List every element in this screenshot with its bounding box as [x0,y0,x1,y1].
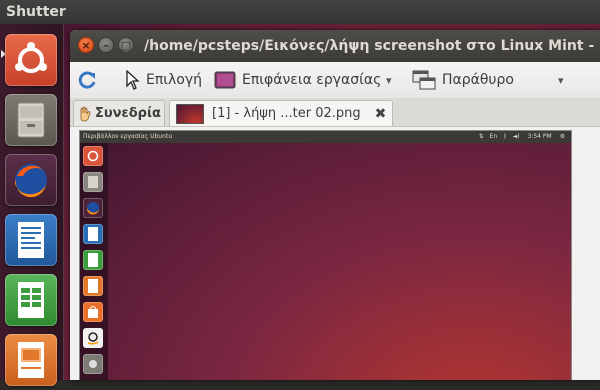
window-label: Παράθυρο [442,72,514,88]
launcher-item-dash[interactable] [5,34,57,86]
desktop-button[interactable]: Επιφάνεια εργασίας [214,62,381,98]
window-dropdown-button[interactable]: ▾ [558,62,564,98]
tab-session[interactable]: Συνεδρία [73,100,165,126]
launcher-item-files[interactable] [5,94,57,146]
toolbar: Επιλογή Επιφάνεια εργασίας ▾ Παράθυρο ▾ [70,62,600,98]
preview-bluetooth-icon: ᛒ [503,133,507,140]
preview-shopping-bag-icon [88,306,98,318]
preview-files-icon [88,176,98,188]
preview-launcher [80,143,108,380]
screenshot-preview: Περιβάλλον εργασίας Ubuntu ⇅ En ᛒ ◄) 3:5… [79,130,572,380]
top-panel: Shutter [0,0,600,24]
tab-session-label: Συνεδρία [95,106,161,121]
preview-network-icon: ⇅ [478,133,484,140]
tab-bar: Συνεδρία [1] - λήψη ...ter 02.png ✖ [70,98,600,127]
preview-calc-icon [88,253,98,267]
preview-launcher-ubuntu [83,146,103,166]
desktop-dropdown-button[interactable]: ▾ [386,62,392,98]
preview-launcher-firefox [83,198,103,218]
close-icon[interactable]: ✖ [375,106,387,122]
desktop-label: Επιφάνεια εργασίας [242,72,382,88]
writer-document-icon [18,222,44,258]
ubuntu-logo-icon [15,42,47,73]
launcher [0,24,64,386]
refresh-icon [78,71,96,89]
tab-screenshot[interactable]: [1] - λήψη ...ter 02.png ✖ [169,100,393,126]
preview-impress-icon [88,279,98,293]
thumbnail-icon [176,103,204,124]
preview-launcher-calc [83,250,103,270]
preview-indicators: ⇅ En ᛒ ◄) 3:54 PM ⚙ [479,131,565,143]
calc-spreadsheet-icon [18,282,44,318]
selection-label: Επιλογή [146,72,203,88]
tab-screenshot-label: [1] - λήψη ...ter 02.png [212,106,361,121]
preview-volume-icon: ◄) [512,133,520,140]
preview-settings-icon [89,360,97,368]
preview-launcher-writer [83,224,103,244]
preview-firefox-icon [86,202,99,215]
preview-amazon-icon [87,332,99,345]
shutter-window: × – □ /home/pcsteps/Εικόνες/λήψη screens… [70,30,600,380]
firefox-icon [15,164,47,198]
impress-presentation-icon [18,342,44,378]
preview-launcher-software-center [83,302,103,322]
minimize-button[interactable]: – [98,37,114,53]
maximize-button[interactable]: □ [118,37,134,53]
preview-clock: 3:54 PM [527,133,552,140]
file-cabinet-icon [17,102,45,138]
preview-launcher-impress [83,276,103,296]
window-titlebar[interactable]: × – □ /home/pcsteps/Εικόνες/λήψη screens… [70,30,600,62]
preview-gear-icon: ⚙ [559,133,565,140]
launcher-item-impress[interactable] [5,334,57,386]
cursor-arrow-icon [126,70,140,90]
desktop-screen-icon [214,71,236,89]
launcher-item-writer[interactable] [5,214,57,266]
close-icon: × [81,39,91,52]
launcher-item-firefox[interactable] [5,154,57,206]
refresh-button[interactable] [78,62,98,98]
window-button[interactable]: Παράθυρο [412,62,514,98]
preview-writer-icon [88,227,98,241]
chevron-down-icon: ▾ [386,73,392,87]
preview-ubuntu-icon [87,150,99,162]
window-capture-icon [412,70,436,90]
preview-launcher-files [83,172,103,192]
chevron-down-icon: ▾ [558,73,564,87]
launcher-item-calc[interactable] [5,274,57,326]
selection-button[interactable]: Επιλογή [126,62,202,98]
session-hand-icon [80,106,91,121]
preview-top-panel: Περιβάλλον εργασίας Ubuntu ⇅ En ᛒ ◄) 3:5… [80,131,571,143]
window-title: /home/pcsteps/Εικόνες/λήψη screenshot στ… [144,38,594,54]
preview-keyboard-icon: En [489,133,498,140]
maximize-icon: □ [120,39,132,52]
close-button[interactable]: × [78,37,94,53]
preview-panel-title: Περιβάλλον εργασίας Ubuntu [83,133,173,140]
minimize-icon: – [103,39,109,52]
screenshot-view: Περιβάλλον εργασίας Ubuntu ⇅ En ᛒ ◄) 3:5… [70,127,600,380]
app-name: Shutter [6,4,66,20]
preview-launcher-settings [83,354,103,374]
preview-launcher-amazon [83,328,103,348]
